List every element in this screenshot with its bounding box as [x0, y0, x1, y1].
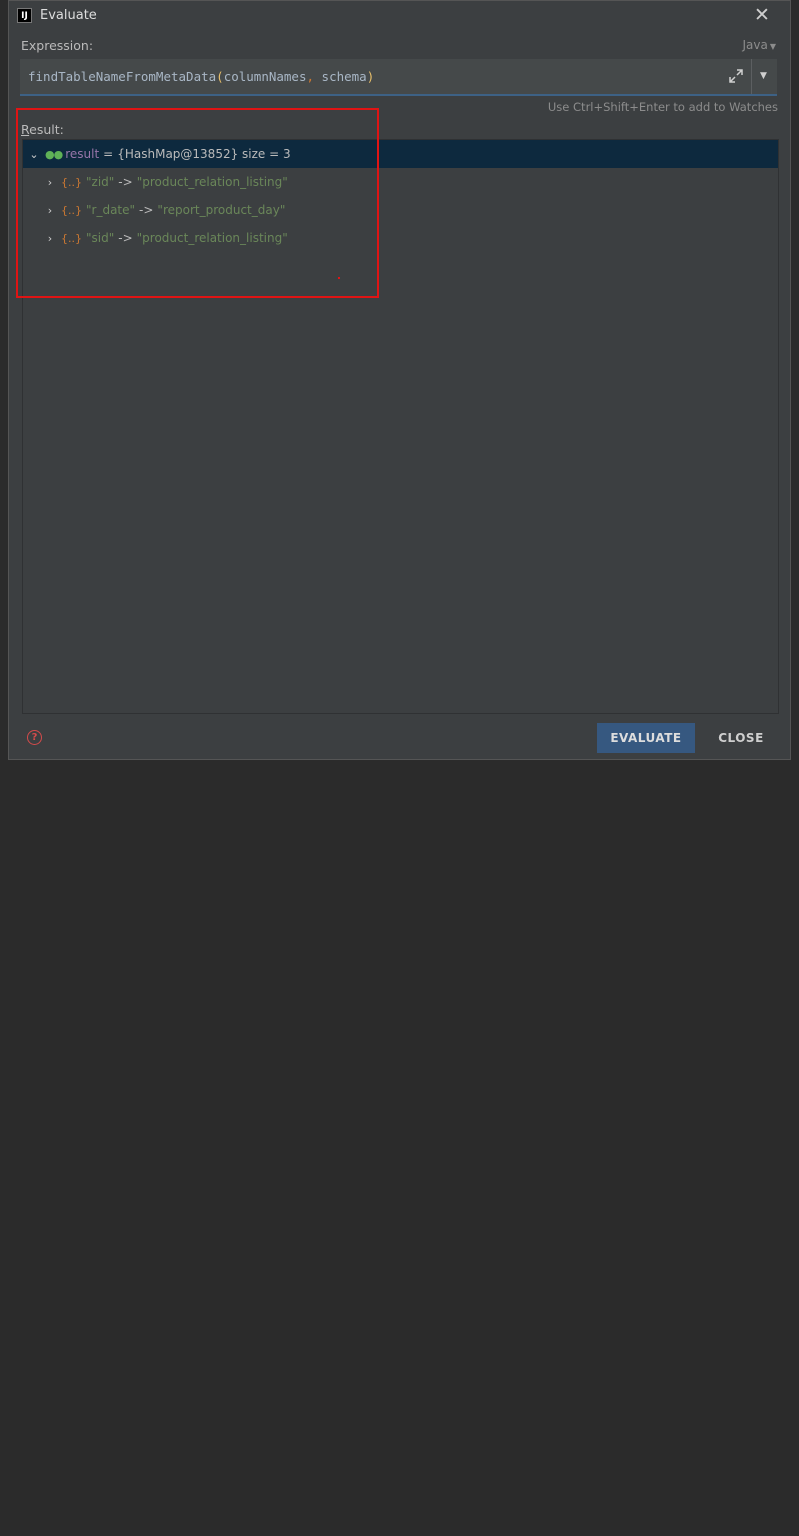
close-button[interactable]: CLOSE [706, 723, 776, 753]
language-label: Java [742, 38, 768, 52]
close-icon[interactable]: ✕ [752, 5, 772, 25]
map-entry-icon: {..} [61, 231, 82, 245]
background-ide-right [0, 768, 10, 1536]
evaluate-button[interactable]: EVALUATE [597, 723, 695, 753]
titlebar: IJ Evaluate ✕ [9, 1, 790, 30]
expand-icon[interactable] [727, 67, 745, 85]
expression-text[interactable]: findTableNameFromMetaData(columnNames, s… [28, 69, 374, 84]
var-name: result [65, 147, 100, 161]
chevron-right-icon[interactable]: › [43, 232, 57, 245]
map-entry-icon: {..} [61, 175, 82, 189]
result-label: Result: [21, 122, 64, 137]
history-dropdown-button[interactable]: ▼ [751, 59, 777, 94]
annotation-dot [338, 277, 340, 279]
watch-glasses-icon: ●● [45, 147, 63, 161]
tree-row[interactable]: › {..} "zid" -> "product_relation_listin… [23, 168, 778, 196]
tree-row-root[interactable]: ⌄ ●● result = {HashMap@13852} size = 3 [23, 140, 778, 168]
language-selector[interactable]: Java ▼ [742, 38, 776, 52]
result-tree[interactable]: ⌄ ●● result = {HashMap@13852} size = 3 ›… [22, 139, 779, 714]
entry-key: "zid" [86, 175, 115, 189]
chevron-down-icon: ▼ [760, 71, 767, 81]
entry-value: "report_product_day" [157, 203, 286, 217]
expression-label: Expression: [21, 38, 94, 53]
expression-input[interactable]: findTableNameFromMetaData(columnNames, s… [20, 59, 777, 96]
entry-key: "sid" [86, 231, 115, 245]
entry-value: "product_relation_listing" [136, 175, 288, 189]
map-entry-icon: {..} [61, 203, 82, 217]
intellij-icon: IJ [17, 8, 32, 23]
chevron-right-icon[interactable]: › [43, 176, 57, 189]
tree-row[interactable]: › {..} "r_date" -> "report_product_day" [23, 196, 778, 224]
entry-value: "product_relation_listing" [136, 231, 288, 245]
help-icon[interactable]: ? [27, 730, 42, 745]
evaluate-dialog: IJ Evaluate ✕ Expression: Java ▼ findTabl… [8, 0, 791, 760]
watches-hint: Use Ctrl+Shift+Enter to add to Watches [547, 100, 778, 114]
window-title: Evaluate [40, 8, 97, 23]
tree-row[interactable]: › {..} "sid" -> "product_relation_listin… [23, 224, 778, 252]
var-value: {HashMap@13852} size = 3 [117, 147, 291, 161]
caret-down-icon: ▼ [769, 42, 776, 51]
entry-key: "r_date" [86, 203, 136, 217]
chevron-down-icon[interactable]: ⌄ [27, 148, 41, 161]
chevron-right-icon[interactable]: › [43, 204, 57, 217]
